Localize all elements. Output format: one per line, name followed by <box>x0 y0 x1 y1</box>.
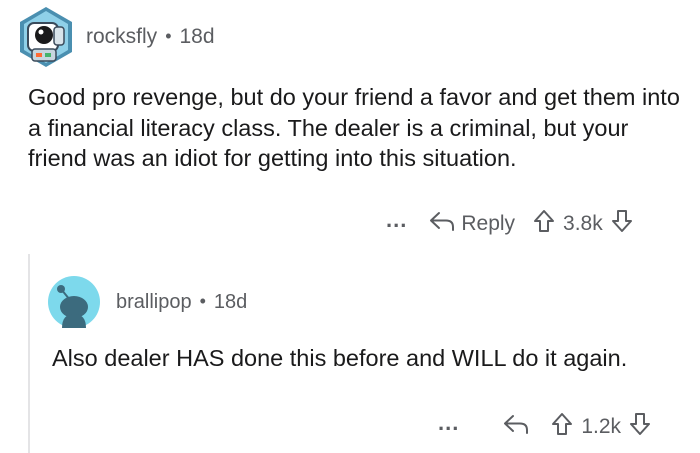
upvote-icon[interactable] <box>533 209 555 239</box>
username[interactable]: rocksfly <box>86 25 157 49</box>
reply-button[interactable]: Reply <box>429 210 515 238</box>
vote-score: 3.8k <box>563 212 603 235</box>
username[interactable]: brallipop <box>116 291 192 314</box>
reply-button[interactable] <box>503 413 529 441</box>
comment-body: Good pro revenge, but do your friend a f… <box>28 84 687 171</box>
astronaut-avatar-icon[interactable] <box>14 5 78 69</box>
comment-age[interactable]: 18d <box>180 25 215 49</box>
reply-arrow-icon <box>429 210 455 238</box>
vote-controls: 3.8k <box>533 209 633 239</box>
more-options-icon[interactable]: ... <box>386 207 407 233</box>
comment-thread: rocksfly • 18d Good pro revenge, but do … <box>0 0 700 453</box>
thread-line[interactable] <box>28 254 30 453</box>
comment-actions: ... Reply 3.8k <box>386 207 633 239</box>
reply-arrow-icon <box>503 413 529 441</box>
comment-header: rocksfly • 18d <box>14 5 215 69</box>
meta-separator: • <box>199 290 206 311</box>
downvote-icon[interactable] <box>611 209 633 239</box>
meta-separator: • <box>165 25 172 46</box>
comment-age[interactable]: 18d <box>214 291 247 314</box>
more-options-icon[interactable]: ... <box>438 410 459 436</box>
upvote-icon[interactable] <box>551 412 573 442</box>
comment-header: brallipop • 18d <box>48 276 247 328</box>
comment-meta: rocksfly • 18d <box>86 25 215 49</box>
downvote-icon[interactable] <box>629 412 651 442</box>
comment-meta: brallipop • 18d <box>116 291 247 314</box>
comment-body: Also dealer HAS done this before and WIL… <box>52 345 628 371</box>
reply-label: Reply <box>461 212 516 235</box>
vote-score: 1.2k <box>581 415 622 438</box>
comment-actions: ... 1.2k <box>438 410 651 442</box>
vote-controls: 1.2k <box>551 412 651 442</box>
snoo-avatar-icon[interactable] <box>48 276 100 328</box>
